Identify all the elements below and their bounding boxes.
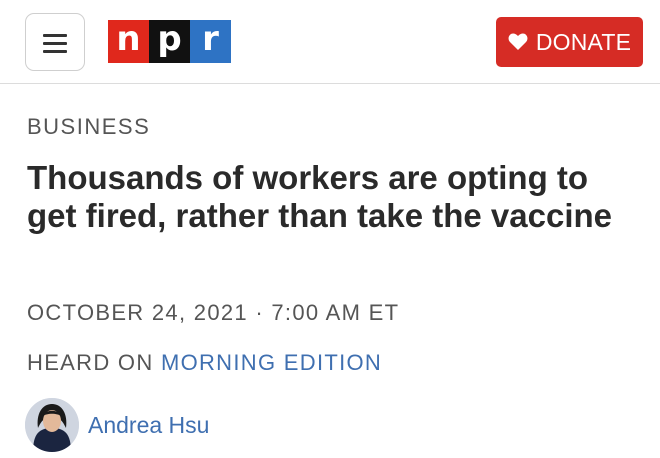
author-avatar[interactable] — [25, 398, 79, 452]
heard-on: HEARD ON MORNING EDITION — [27, 350, 382, 376]
article-headline: Thousands of workers are opting to get f… — [27, 159, 613, 234]
heart-icon — [508, 33, 528, 50]
logo-letter-p: p — [149, 20, 190, 63]
logo-letter-r: r — [190, 20, 231, 63]
donate-label: DONATE — [535, 28, 632, 55]
section-link[interactable]: BUSINESS — [27, 114, 150, 140]
site-header: n p r DONATE — [0, 0, 660, 84]
npr-logo[interactable]: n p r — [108, 20, 231, 63]
menu-button[interactable] — [25, 13, 85, 71]
donate-button[interactable]: DONATE — [496, 17, 643, 67]
article-dateline: OCTOBER 24, 2021 · 7:00 AM ET — [27, 300, 400, 325]
logo-letter-n: n — [108, 20, 149, 63]
show-link[interactable]: MORNING EDITION — [161, 350, 382, 375]
author-name-link[interactable]: Andrea Hsu — [88, 412, 209, 439]
heard-on-label: HEARD ON — [27, 350, 154, 375]
author-byline: Andrea Hsu — [25, 398, 209, 452]
